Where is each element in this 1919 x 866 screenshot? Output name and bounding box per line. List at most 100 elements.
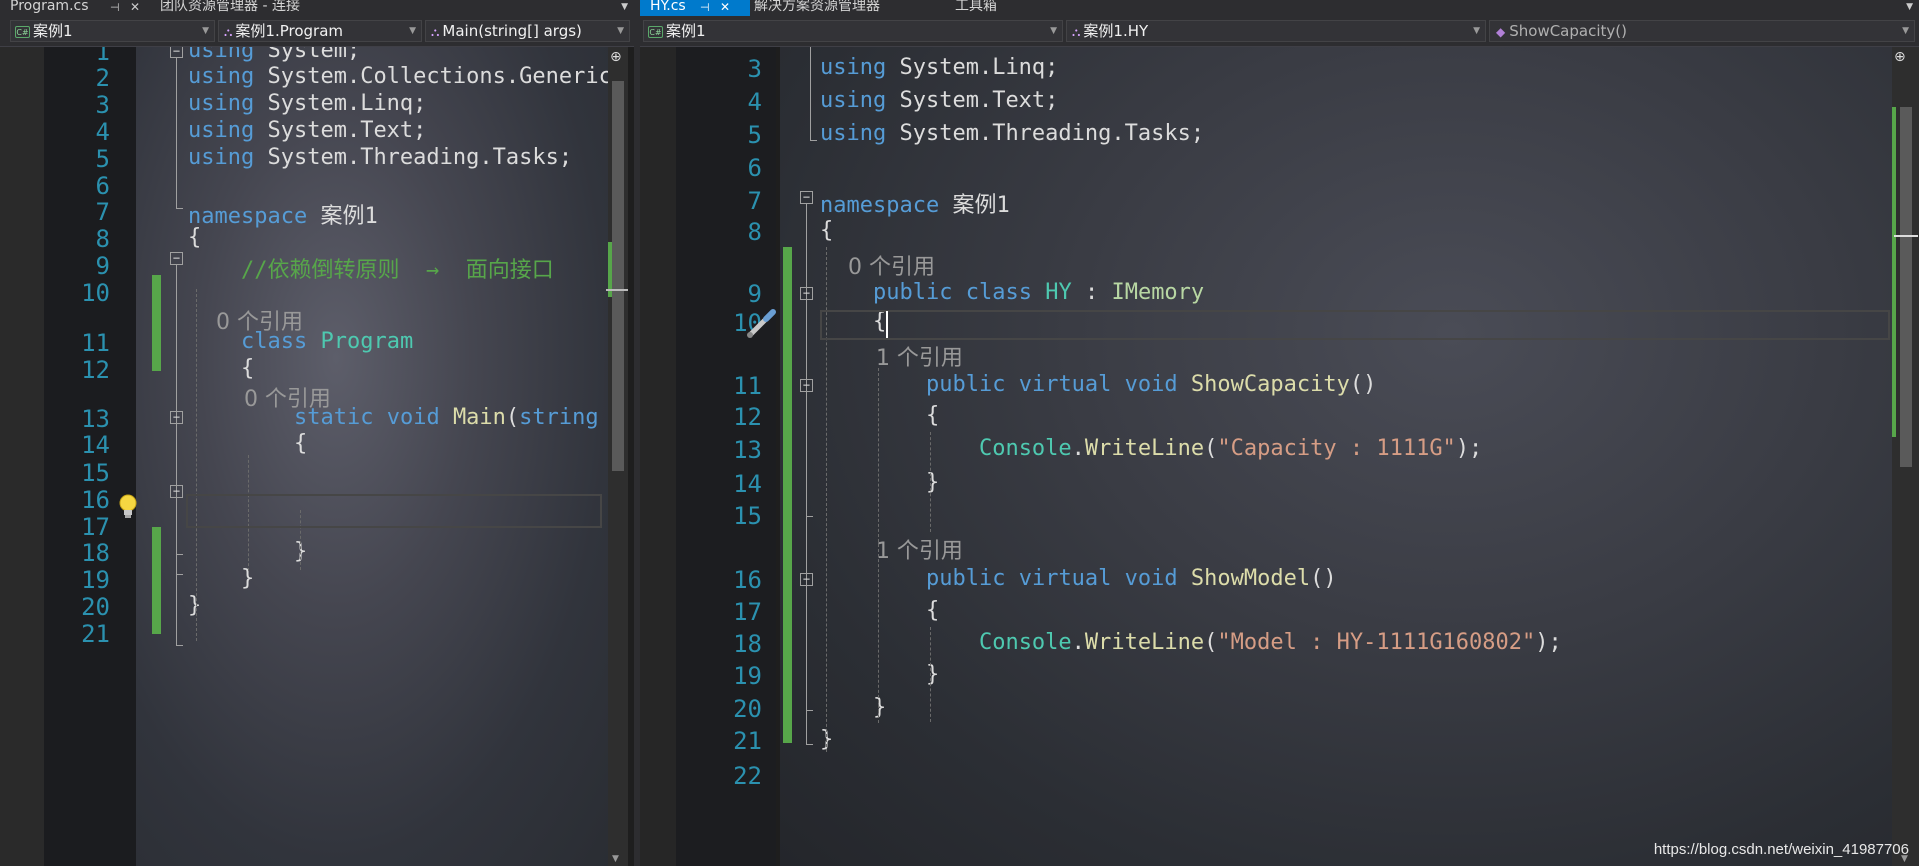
code-token: } [820, 662, 940, 687]
type-dropdown[interactable]: ⛬ 案例1.HY ▼ [1066, 20, 1486, 42]
code-line[interactable]: class Program [188, 329, 413, 354]
code-line[interactable]: //依赖倒转原则 → 面向接口 [188, 252, 554, 284]
left-code-editor[interactable]: 1 using System; 2 using System.Collections.… [0, 47, 634, 866]
code-line[interactable]: Console.WriteLine("Model : HY-1111G16080… [820, 630, 1562, 655]
method-icon: ⛬ [431, 24, 440, 39]
collapse-toggle-icon[interactable]: − [170, 411, 183, 424]
outline-line [176, 574, 183, 575]
code-line[interactable]: public virtual void ShowCapacity() [820, 372, 1376, 397]
code-line[interactable]: { [820, 218, 833, 243]
tab-dropdown-icon[interactable]: ▼ [1906, 2, 1913, 12]
collapse-toggle-icon[interactable]: − [800, 379, 813, 392]
tab-solution-explorer[interactable]: 解决方案资源管理器 [744, 0, 929, 16]
code-token: ); [1535, 630, 1562, 655]
code-line[interactable]: using System; [188, 47, 360, 63]
code-line[interactable]: } [820, 695, 886, 720]
close-icon[interactable]: ✕ [130, 1, 140, 14]
code-line[interactable]: { [188, 431, 307, 456]
code-token: } [820, 470, 940, 495]
chevron-down-icon: ▼ [1902, 26, 1909, 36]
scrollbar-thumb[interactable] [612, 81, 624, 471]
tab-toolbox[interactable]: 工具箱 [940, 0, 1045, 16]
line-number: 9 [95, 252, 110, 280]
code-token: { [188, 356, 255, 381]
reference-count-lens[interactable]: 1 个引用 [820, 340, 963, 372]
code-line[interactable]: { [188, 225, 201, 250]
code-line[interactable]: } [188, 593, 201, 618]
scroll-down-icon[interactable]: ▼ [612, 854, 619, 864]
brush-icon[interactable] [744, 307, 778, 341]
left-vertical-scrollbar[interactable]: ⊕ ▼ [606, 47, 628, 866]
tab-program-cs[interactable]: Program.cs ⊣ ✕ [0, 0, 158, 16]
collapse-toggle-icon[interactable]: − [170, 252, 183, 265]
code-line[interactable]: using System.Threading.Tasks; [188, 145, 572, 170]
line-number: 19 [733, 662, 762, 690]
line-number: 16 [81, 486, 110, 514]
code-line[interactable]: using System.Linq; [820, 55, 1058, 80]
split-editor-icon[interactable]: ⊕ [610, 49, 622, 65]
project-dropdown[interactable]: C# 案例1 ▼ [643, 20, 1063, 42]
code-line[interactable]: using System.Text; [188, 118, 426, 143]
collapse-toggle-icon[interactable]: − [170, 485, 183, 498]
collapse-toggle-icon[interactable]: − [170, 47, 183, 58]
code-token: //依赖倒转原则 → 面向接口 [240, 258, 554, 283]
code-line[interactable]: } [820, 662, 939, 687]
close-icon[interactable]: ✕ [720, 1, 730, 14]
code-token: System.Linq; [886, 55, 1059, 80]
tab-hy-cs[interactable]: HY.cs ⊣ ✕ [640, 0, 750, 16]
pin-icon[interactable]: ⊣ [700, 1, 710, 14]
code-token: { [820, 403, 940, 428]
code-token: { [820, 218, 834, 243]
lightbulb-icon[interactable] [118, 494, 138, 520]
code-token: public [925, 372, 1006, 397]
outline-line [806, 710, 813, 711]
pin-icon[interactable]: ⊣ [110, 1, 120, 14]
code-token: WriteLine [1084, 630, 1205, 655]
code-token: using [188, 64, 255, 89]
code-line[interactable]: { [820, 598, 939, 623]
code-line[interactable]: public virtual void ShowModel() [820, 566, 1337, 591]
code-line[interactable]: public class HY : IMemory [820, 280, 1204, 305]
code-token: . [1071, 630, 1085, 655]
right-code-editor[interactable]: 3 using System.Linq; 4 using System.Text; 5 u… [640, 47, 1919, 866]
code-line[interactable]: using System.Collections.Generic [188, 64, 612, 89]
code-line[interactable]: Console.WriteLine("Capacity : 1111G"); [820, 436, 1482, 461]
line-number: 9 [747, 280, 762, 308]
code-line[interactable]: { [820, 403, 939, 428]
code-line[interactable]: static void Main(string [188, 405, 599, 430]
code-line[interactable]: using System.Linq; [188, 91, 426, 116]
reference-count-lens[interactable]: 1 个引用 [820, 533, 963, 565]
collapse-toggle-icon[interactable]: − [800, 287, 813, 300]
collapse-toggle-icon[interactable]: − [800, 191, 813, 204]
code-line[interactable]: } [820, 470, 939, 495]
project-dropdown[interactable]: C# 案例1 ▼ [10, 20, 215, 42]
code-token: ( [505, 405, 520, 430]
reference-count-lens[interactable]: 0 个引用 [820, 249, 935, 281]
code-token: class [965, 280, 1032, 305]
tab-label: 团队资源管理器 - 连接 [160, 0, 300, 14]
tab-dropdown-icon[interactable]: ▼ [621, 2, 628, 12]
code-token: System.Linq; [254, 91, 427, 116]
code-line[interactable]: namespace 案例1 [820, 187, 1010, 219]
right-vertical-scrollbar[interactable]: ⊕ ▼ [1892, 47, 1919, 866]
type-dropdown[interactable]: ⛬ 案例1.Program ▼ [218, 20, 422, 42]
code-token: System.Threading.Tasks; [254, 145, 573, 170]
line-number: 7 [95, 198, 110, 226]
member-dropdown[interactable]: ◆ ShowCapacity() ▼ [1489, 20, 1915, 42]
tab-team-explorer[interactable]: 团队资源管理器 - 连接 [150, 0, 620, 16]
code-line[interactable]: namespace 案例1 [188, 198, 378, 230]
class-icon: ⛬ [224, 24, 233, 39]
scrollbar-thumb[interactable] [1900, 107, 1912, 467]
code-token: using [188, 47, 255, 63]
code-line[interactable]: { [188, 356, 254, 381]
collapse-toggle-icon[interactable]: − [800, 573, 813, 586]
code-line[interactable]: using System.Text; [820, 88, 1058, 113]
split-editor-icon[interactable]: ⊕ [1894, 49, 1906, 65]
code-line[interactable]: using System.Threading.Tasks; [820, 121, 1204, 146]
code-line[interactable]: } [188, 566, 254, 591]
member-dropdown[interactable]: ⛬ Main(string[] args) ▼ [425, 20, 630, 42]
